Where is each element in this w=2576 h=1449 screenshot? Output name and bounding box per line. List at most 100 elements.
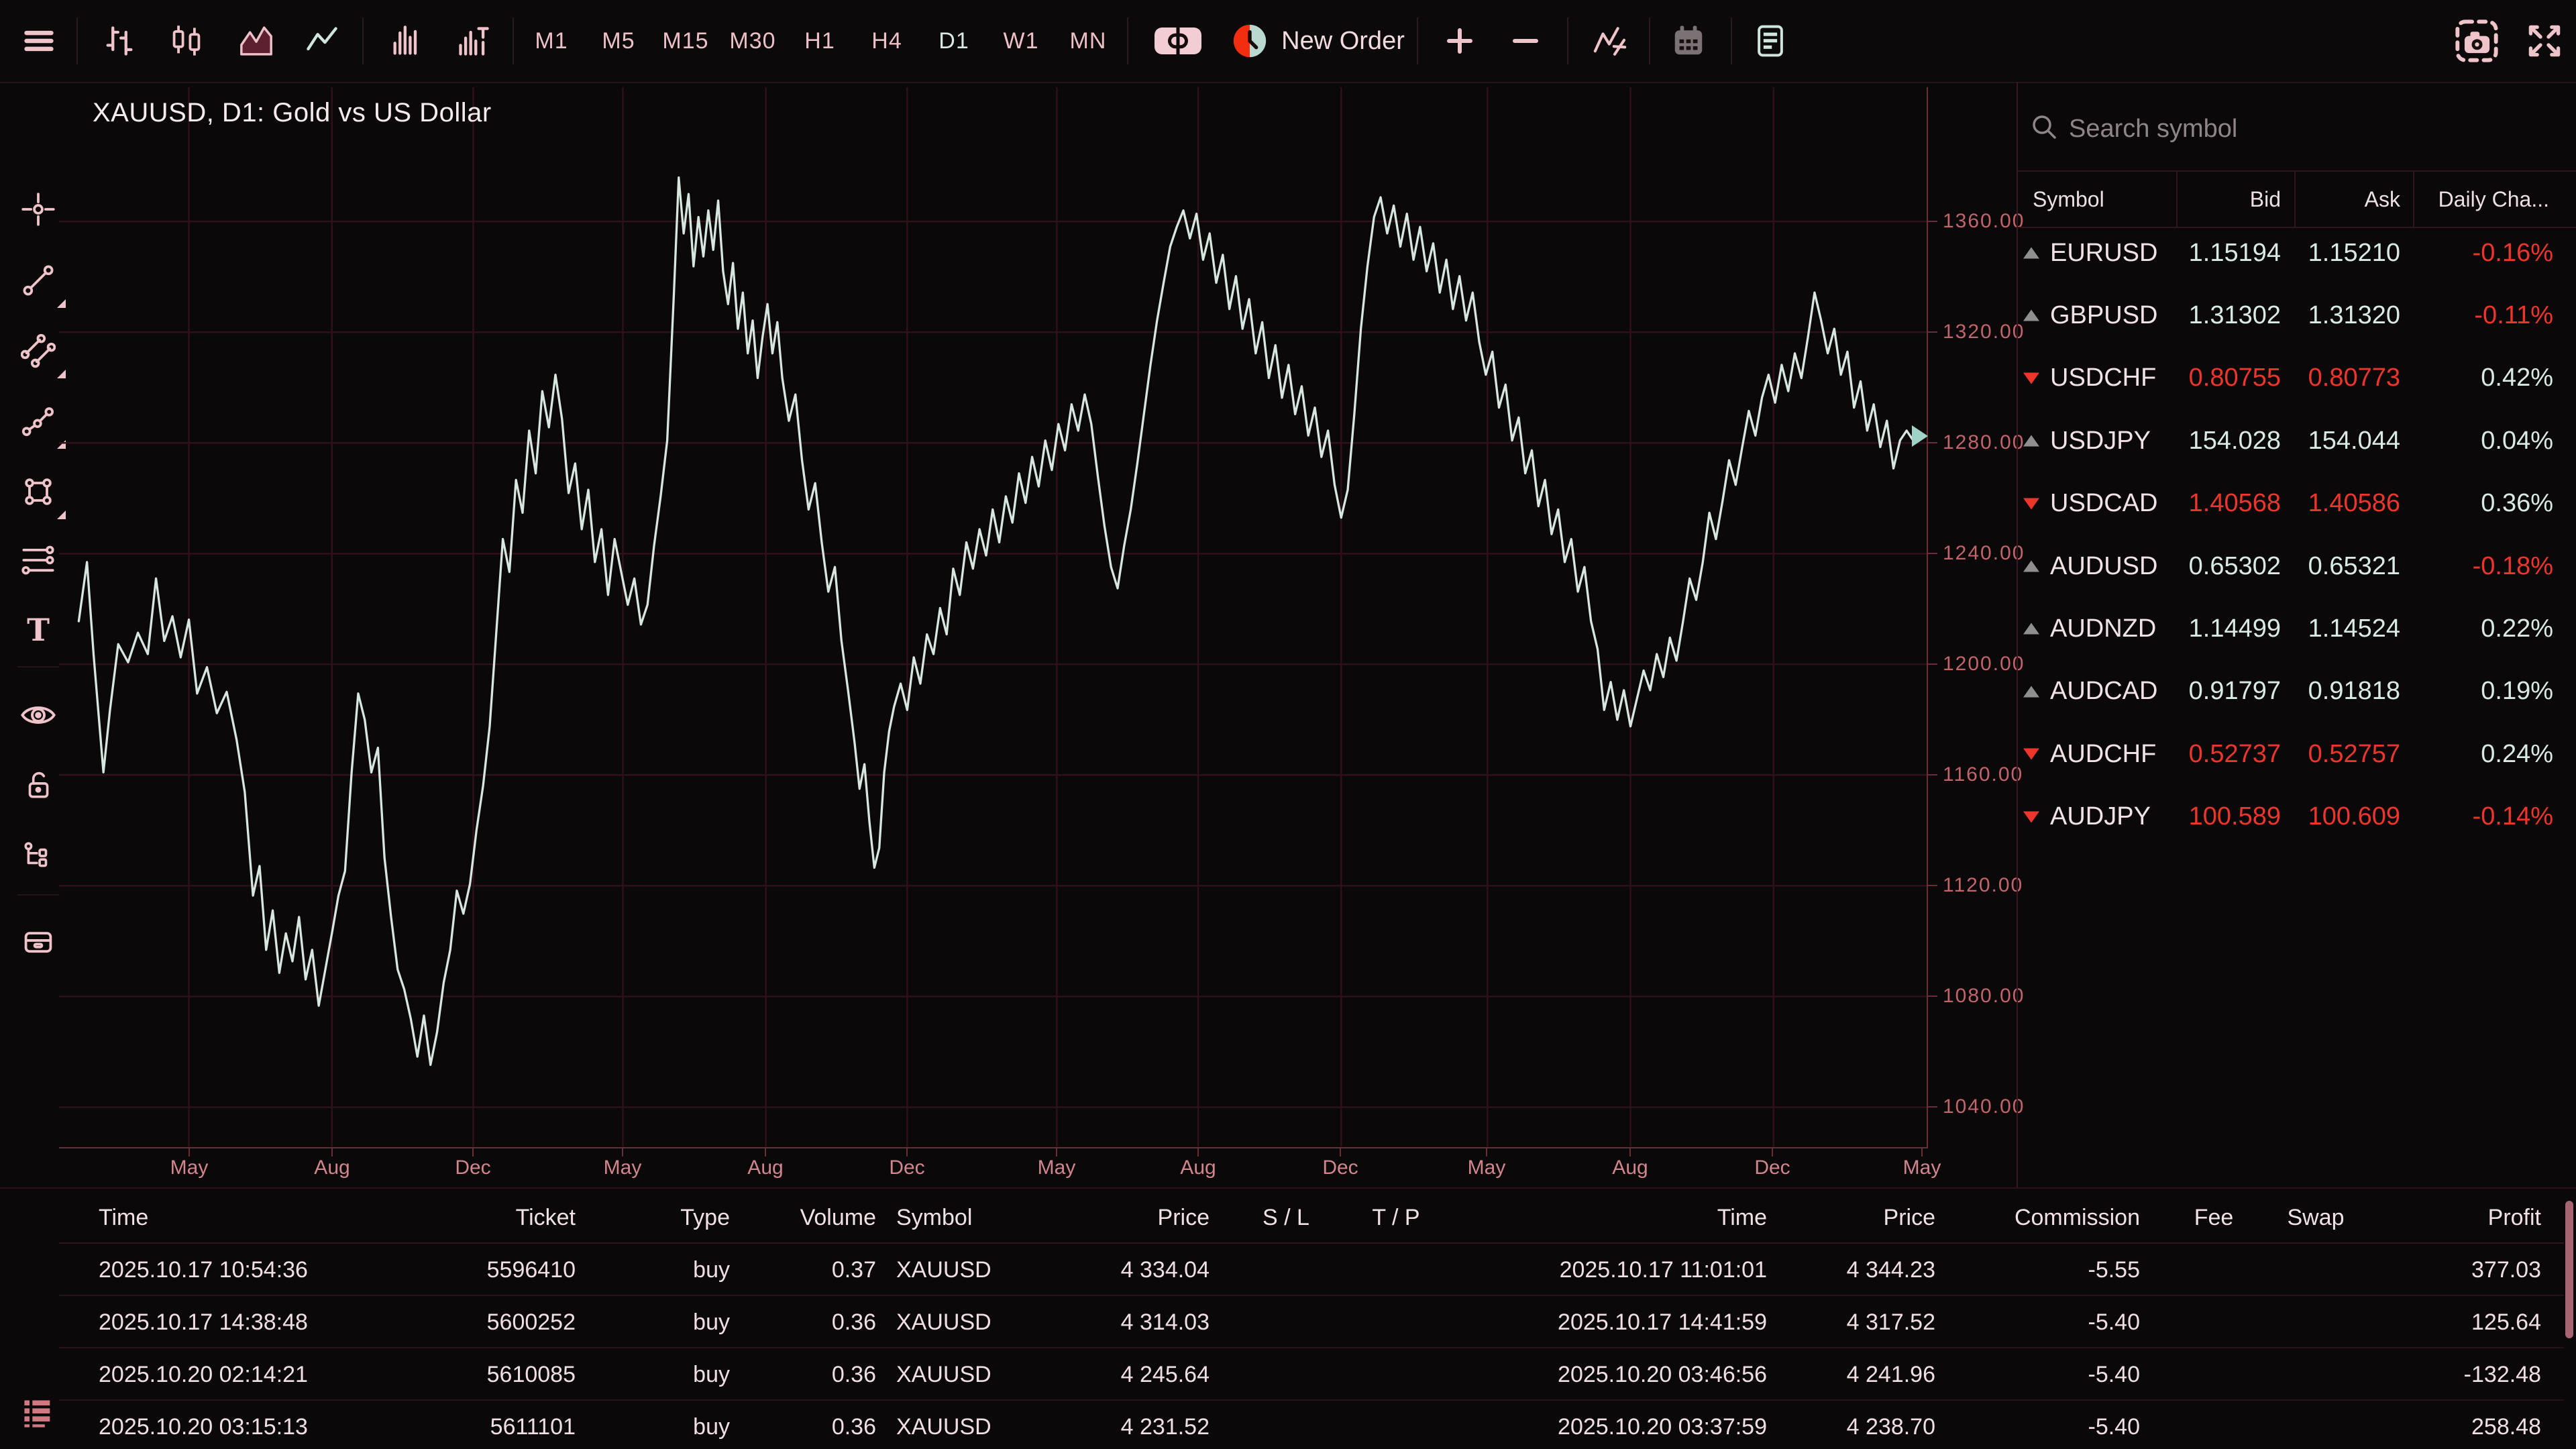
new-order-button[interactable]: New Order — [1230, 0, 1405, 82]
watchlist-column-header[interactable]: Bid — [2250, 172, 2281, 227]
watchlist-symbol: AUDUSD — [2050, 535, 2157, 597]
watchlist-row[interactable]: AUDJPY100.589100.609-0.14% — [2018, 786, 2576, 848]
trade-cell-time: 2025.10.17 14:38:48 — [99, 1297, 308, 1347]
trade-column-header: Price — [1884, 1193, 1935, 1242]
timeframe-D1[interactable]: D1 — [938, 0, 969, 82]
tick-volumes-button[interactable] — [455, 0, 492, 82]
polyline-icon — [21, 404, 56, 439]
ohlc-bars-icon — [102, 23, 137, 58]
hamburger-icon — [21, 23, 56, 58]
chart-canvas[interactable] — [59, 87, 1928, 1173]
text-icon: T — [21, 613, 56, 648]
watchlist-row[interactable]: AUDUSD0.653020.65321-0.18% — [2018, 535, 2576, 597]
time-axis-label: Aug — [1612, 1157, 1648, 1179]
price-axis-label: 1240.00 — [1943, 542, 2025, 565]
timeframe-M5[interactable]: M5 — [602, 0, 635, 82]
up-arrow-icon — [2023, 561, 2039, 572]
economic-calendar-button[interactable] — [1668, 0, 1709, 82]
scrollbar-thumb[interactable] — [2565, 1201, 2573, 1338]
watchlist-column-header[interactable]: Symbol — [2033, 172, 2104, 227]
up-arrow-icon — [2023, 310, 2039, 321]
row-separator — [59, 1347, 2564, 1348]
dock-panel-button[interactable] — [1150, 0, 1206, 82]
timeframe-H1[interactable]: H1 — [804, 0, 835, 82]
terminal-panel-button[interactable] — [1750, 0, 1791, 82]
symbol-search-input[interactable] — [2068, 106, 2500, 152]
trade-cell-profit: 377.03 — [2471, 1245, 2541, 1295]
watchlist-symbol: AUDJPY — [2050, 786, 2151, 848]
eye-icon — [20, 697, 56, 733]
price-axis-label: 1080.00 — [1943, 985, 2025, 1008]
trade-column-header: Type — [680, 1193, 730, 1242]
timeframe-MN[interactable]: MN — [1070, 0, 1107, 82]
trade-row[interactable]: 2025.10.20 03:15:135611101buy0.36XAUUSD4… — [0, 1402, 2576, 1449]
time-axis-tick — [331, 1147, 333, 1157]
watchlist-column-header[interactable]: Ask — [2365, 172, 2400, 227]
area-chart-type-button-active[interactable] — [236, 0, 276, 82]
zoom-in-button[interactable] — [1441, 0, 1479, 82]
trade-row[interactable]: 2025.10.17 10:54:365596410buy0.37XAUUSD4… — [0, 1245, 2576, 1295]
watchlist-row[interactable]: AUDCAD0.917970.918180.19% — [2018, 661, 2576, 722]
line-chart-type-button[interactable] — [303, 0, 341, 82]
bar-chart-type-button[interactable] — [101, 0, 138, 82]
timeframe-M15[interactable]: M15 — [662, 0, 708, 82]
watchlist-bid: 0.65302 — [2189, 535, 2281, 597]
timeframe-H4[interactable]: H4 — [871, 0, 902, 82]
time-axis-tick — [1486, 1147, 1487, 1157]
toolbar-separator — [1731, 17, 1732, 64]
trade-cell-price: 4 245.64 — [1121, 1350, 1210, 1399]
trade-column-header: Ticket — [516, 1193, 576, 1242]
watchlist-symbol: AUDCAD — [2050, 661, 2157, 722]
watchlist-row[interactable]: EURUSD1.151941.15210-0.16% — [2018, 222, 2576, 284]
down-arrow-icon — [2023, 749, 2039, 760]
trade-row[interactable]: 2025.10.20 02:14:215610085buy0.36XAUUSD4… — [0, 1350, 2576, 1399]
volume-bars-icon — [389, 23, 424, 58]
watchlist-ask: 100.609 — [2308, 786, 2400, 848]
trade-column-header: Time — [1717, 1193, 1767, 1242]
time-axis-tick — [1629, 1147, 1631, 1157]
watchlist-ask: 154.044 — [2308, 410, 2400, 472]
toolbar-separator — [513, 17, 514, 64]
price-axis-tick — [1927, 442, 1937, 443]
watchlist-row[interactable]: USDCAD1.405681.405860.36% — [2018, 473, 2576, 535]
price-axis-tick — [1927, 774, 1937, 775]
trade-cell-commission: -5.40 — [2088, 1297, 2141, 1347]
candlestick-chart-type-button[interactable] — [168, 0, 205, 82]
timeframe-M1[interactable]: M1 — [535, 0, 568, 82]
menu-button[interactable] — [20, 0, 58, 82]
time-axis-tick — [1340, 1147, 1341, 1157]
toolbar-separator — [362, 17, 364, 64]
volumes-button[interactable] — [388, 0, 425, 82]
timeframe-W1[interactable]: W1 — [1004, 0, 1039, 82]
candlestick-icon — [169, 23, 204, 58]
drawing-toolbar: T — [0, 82, 62, 1449]
toolbar-separator — [1417, 17, 1418, 64]
trade-cell-type: buy — [693, 1350, 730, 1399]
watchlist-daily-change: 0.04% — [2481, 410, 2553, 472]
watchlist-column-header[interactable]: Daily Cha... — [2438, 172, 2549, 227]
watchlist-row[interactable]: USDCHF0.807550.807730.42% — [2018, 347, 2576, 409]
price-axis-tick — [1927, 221, 1937, 222]
trade-row[interactable]: 2025.10.17 14:38:485600252buy0.36XAUUSD4… — [0, 1297, 2576, 1347]
watchlist-row[interactable]: AUDNZD1.144991.145240.22% — [2018, 598, 2576, 659]
column-separator — [2294, 172, 2296, 227]
watchlist-row[interactable]: GBPUSD1.313021.31320-0.11% — [2018, 284, 2576, 346]
price-axis-label: 1160.00 — [1943, 763, 2023, 786]
fullscreen-button[interactable] — [2522, 0, 2567, 82]
watchlist-symbol: EURUSD — [2050, 222, 2157, 284]
watchlist-symbol: GBPUSD — [2050, 284, 2157, 346]
tick-volume-bars-icon — [456, 23, 491, 58]
watchlist-row[interactable]: USDJPY154.028154.0440.04% — [2018, 410, 2576, 472]
watchlist-symbol: USDCHF — [2050, 347, 2156, 409]
trade-cell-commission: -5.55 — [2088, 1245, 2141, 1295]
watchlist-daily-change: 0.42% — [2481, 347, 2553, 409]
trade-column-header: Time — [99, 1193, 148, 1242]
screenshot-button[interactable] — [2451, 0, 2502, 82]
time-axis-label: Dec — [455, 1157, 490, 1179]
toolbar: M1 M5 M15 M30 H1 H4 D1 W1 MN New Order — [0, 0, 2576, 83]
watchlist-row[interactable]: AUDCHF0.527370.527570.24% — [2018, 723, 2576, 785]
timeframe-M30[interactable]: M30 — [729, 0, 775, 82]
zoom-out-button[interactable] — [1507, 0, 1544, 82]
indicators-button[interactable] — [1589, 0, 1631, 82]
down-arrow-icon — [2023, 372, 2039, 384]
